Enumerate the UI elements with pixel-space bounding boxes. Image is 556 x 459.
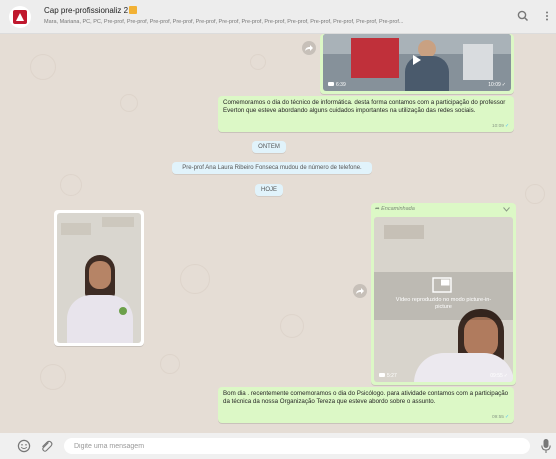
photo-wall-note xyxy=(102,217,134,227)
wallpaper-doodle xyxy=(280,314,304,338)
date-divider-today: HOJE xyxy=(255,184,283,196)
forward-button[interactable] xyxy=(302,41,316,55)
message-time-text: 09:55 xyxy=(491,415,504,420)
group-avatar[interactable] xyxy=(9,6,31,28)
wallpaper-doodle xyxy=(120,94,138,112)
video-message[interactable]: 6:39 10:09✓ xyxy=(320,34,514,94)
group-logo xyxy=(13,10,27,24)
chevron-down-icon[interactable] xyxy=(503,207,510,212)
wallpaper-doodle xyxy=(160,354,180,374)
forwarded-label: ➦ Encaminhada xyxy=(375,206,415,212)
chat-title[interactable]: Cap pre-profissionaliz 2 xyxy=(44,6,138,15)
message-input-wrapper[interactable] xyxy=(64,438,530,454)
message-input[interactable] xyxy=(64,438,530,454)
photo-thumbnail[interactable] xyxy=(57,213,141,343)
video-camera-icon xyxy=(379,373,385,377)
chat-area[interactable]: 6:39 10:09✓ Comemoramos o dia do técnico… xyxy=(0,34,556,433)
check-icon: ✓ xyxy=(503,373,508,379)
photo-person-shirt xyxy=(67,295,133,343)
video-time: 10:09✓ xyxy=(488,82,506,88)
forwarded-icon: ➦ xyxy=(375,206,380,212)
video-duration-text: 6:39 xyxy=(336,82,346,88)
photo-message[interactable] xyxy=(54,210,144,346)
thumb-red-banner xyxy=(351,38,399,78)
microphone-icon[interactable] xyxy=(540,438,552,454)
search-icon[interactable] xyxy=(516,9,530,23)
thumb-poster xyxy=(463,44,493,80)
video-duration: 5:27 xyxy=(379,373,397,379)
share-icon xyxy=(356,288,364,294)
thumb-person-face xyxy=(464,317,498,357)
message-text: Bom dia . recentemente comemoramos o dia… xyxy=(223,390,509,405)
read-check-icon: ✓ xyxy=(504,415,509,420)
group-members[interactable]: Mara, Mariana, PC, PC, Pre-prof, Pre-pro… xyxy=(44,19,499,25)
wallpaper-doodle xyxy=(60,174,82,196)
chat-title-text: Cap pre-profissionaliz 2 xyxy=(44,6,129,15)
photo-shirt-logo xyxy=(119,307,127,315)
wallpaper-doodle xyxy=(180,264,210,294)
forward-button[interactable] xyxy=(353,284,367,298)
wallpaper-doodle xyxy=(30,54,56,80)
video-time-text: 10:09 xyxy=(488,82,501,88)
folder-emoji-icon xyxy=(129,6,138,14)
video-thumbnail[interactable]: 6:39 10:09✓ xyxy=(323,34,511,91)
message-text: Comemoramos o dia do técnico de informát… xyxy=(223,99,506,114)
paperclip-icon[interactable] xyxy=(39,439,53,453)
wallpaper-doodle xyxy=(525,184,545,204)
text-message[interactable]: Bom dia . recentemente comemoramos o dia… xyxy=(218,387,514,423)
chat-header: Cap pre-profissionaliz 2 Mara, Mariana, … xyxy=(0,0,556,34)
wallpaper-doodle xyxy=(40,364,66,390)
forwarded-text: Encaminhada xyxy=(381,206,415,212)
thumb-wall-note xyxy=(384,225,424,239)
emoji-icon[interactable] xyxy=(17,439,31,453)
message-time: 10:09✓ xyxy=(492,124,509,129)
photo-wall-note xyxy=(61,223,91,235)
play-icon[interactable] xyxy=(412,54,422,66)
picture-in-picture-icon[interactable] xyxy=(432,277,452,293)
photo-person-face xyxy=(89,261,111,289)
wallpaper-doodle xyxy=(250,54,266,70)
date-divider-yesterday: ONTEM xyxy=(252,141,286,153)
system-message: Pre-prof Ana Laura Ribeiro Fonseca mudou… xyxy=(172,162,372,174)
compose-bar xyxy=(0,433,556,459)
text-message[interactable]: Comemoramos o dia do técnico de informát… xyxy=(218,96,514,132)
share-icon xyxy=(305,45,313,51)
menu-icon[interactable] xyxy=(540,9,554,23)
message-time-text: 10:09 xyxy=(491,124,504,129)
message-time: 09:55✓ xyxy=(492,415,509,420)
forwarded-video-message[interactable]: ➦ Encaminhada Vídeo reproduzido no modo … xyxy=(371,203,516,385)
video-thumbnail[interactable]: Vídeo reproduzido no modo picture-in-pic… xyxy=(374,217,513,382)
video-duration-text: 5:27 xyxy=(387,373,397,379)
check-icon: ✓ xyxy=(501,82,506,88)
pip-text: Vídeo reproduzido no modo picture-in-pic… xyxy=(395,297,492,310)
video-time-text: 09:55 xyxy=(490,373,503,379)
video-camera-icon xyxy=(328,82,334,86)
read-check-icon: ✓ xyxy=(504,124,509,129)
video-time: 09:55✓ xyxy=(490,373,508,379)
video-duration: 6:39 xyxy=(328,82,346,88)
